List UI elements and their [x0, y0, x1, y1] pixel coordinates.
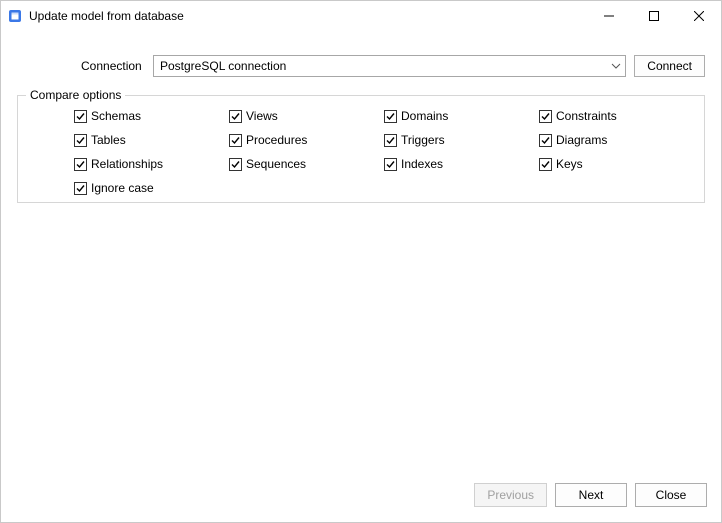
- checkbox-sequences[interactable]: Sequences: [229, 156, 374, 172]
- dialog-content: Connection PostgreSQL connection Connect…: [1, 31, 721, 478]
- check-icon: [229, 158, 242, 171]
- checkbox-label: Diagrams: [556, 132, 607, 148]
- checkbox-constraints[interactable]: Constraints: [539, 108, 684, 124]
- checkbox-schemas[interactable]: Schemas: [74, 108, 219, 124]
- connect-button[interactable]: Connect: [634, 55, 705, 77]
- checkbox-procedures[interactable]: Procedures: [229, 132, 374, 148]
- checkbox-label: Schemas: [91, 108, 141, 124]
- check-icon: [74, 158, 87, 171]
- checkbox-label: Relationships: [91, 156, 163, 172]
- checkbox-label: Domains: [401, 108, 448, 124]
- checkbox-tables[interactable]: Tables: [74, 132, 219, 148]
- compare-options-group: Compare options Schemas Views: [17, 95, 705, 203]
- close-button[interactable]: Close: [635, 483, 707, 507]
- next-button-label: Next: [579, 488, 604, 502]
- check-icon: [384, 110, 397, 123]
- previous-button-label: Previous: [487, 488, 534, 502]
- check-icon: [539, 158, 552, 171]
- checkbox-diagrams[interactable]: Diagrams: [539, 132, 684, 148]
- previous-button: Previous: [474, 483, 547, 507]
- check-icon: [229, 134, 242, 147]
- app-icon: [7, 8, 23, 24]
- check-icon: [74, 182, 87, 195]
- check-icon: [74, 110, 87, 123]
- connection-select-wrap: PostgreSQL connection: [153, 55, 626, 77]
- compare-options-legend: Compare options: [26, 88, 125, 102]
- connect-button-label: Connect: [647, 59, 692, 73]
- checkbox-ignore-case[interactable]: Ignore case: [74, 180, 219, 196]
- checkbox-domains[interactable]: Domains: [384, 108, 529, 124]
- checkbox-triggers[interactable]: Triggers: [384, 132, 529, 148]
- checkbox-label: Indexes: [401, 156, 443, 172]
- checkbox-label: Procedures: [246, 132, 307, 148]
- maximize-button[interactable]: [631, 1, 676, 31]
- minimize-button[interactable]: [586, 1, 631, 31]
- connection-row: Connection PostgreSQL connection Connect: [17, 55, 705, 77]
- checkbox-label: Constraints: [556, 108, 617, 124]
- checkbox-label: Tables: [91, 132, 126, 148]
- check-icon: [229, 110, 242, 123]
- dialog-footer: Previous Next Close: [1, 478, 721, 522]
- next-button[interactable]: Next: [555, 483, 627, 507]
- check-icon: [539, 110, 552, 123]
- window-controls: [586, 1, 721, 31]
- close-button-label: Close: [656, 488, 687, 502]
- check-icon: [539, 134, 552, 147]
- checkbox-views[interactable]: Views: [229, 108, 374, 124]
- connection-label: Connection: [81, 59, 153, 73]
- checkbox-label: Triggers: [401, 132, 445, 148]
- checkbox-relationships[interactable]: Relationships: [74, 156, 219, 172]
- close-window-button[interactable]: [676, 1, 721, 31]
- titlebar: Update model from database: [1, 1, 721, 31]
- check-icon: [384, 134, 397, 147]
- checkbox-label: Keys: [556, 156, 583, 172]
- compare-options-grid: Schemas Views Domains: [28, 108, 694, 196]
- connection-select[interactable]: PostgreSQL connection: [153, 55, 626, 77]
- checkbox-label: Ignore case: [91, 180, 154, 196]
- checkbox-label: Views: [246, 108, 278, 124]
- check-icon: [384, 158, 397, 171]
- connection-selected-value: PostgreSQL connection: [160, 59, 286, 73]
- checkbox-indexes[interactable]: Indexes: [384, 156, 529, 172]
- checkbox-label: Sequences: [246, 156, 306, 172]
- checkbox-keys[interactable]: Keys: [539, 156, 684, 172]
- window-title: Update model from database: [29, 9, 184, 23]
- dialog-window: Update model from database Connection Po…: [0, 0, 722, 523]
- check-icon: [74, 134, 87, 147]
